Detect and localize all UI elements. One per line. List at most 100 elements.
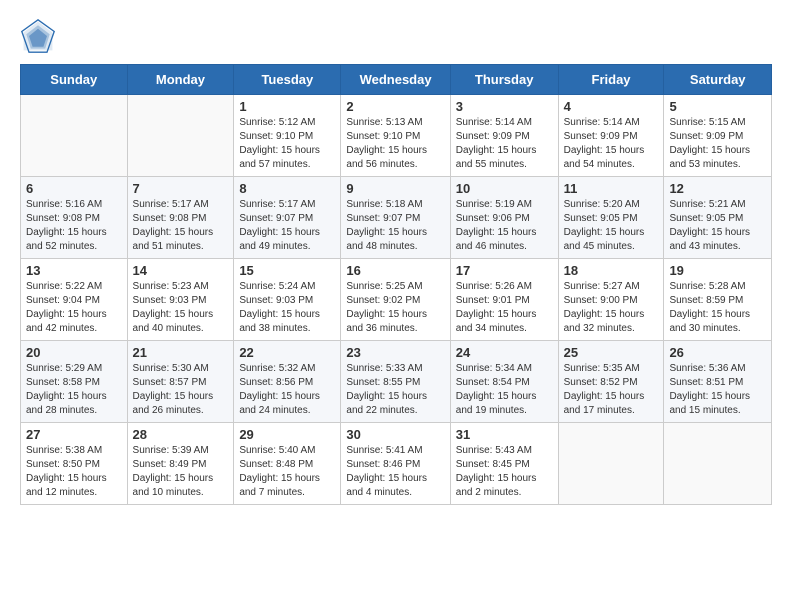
day-info: Sunrise: 5:25 AMSunset: 9:02 PMDaylight:…: [346, 280, 444, 336]
calendar-cell: 12 Sunrise: 5:21 AMSunset: 9:05 PMDayligh…: [664, 177, 772, 259]
calendar-week-row: 13Sunrise: 5:22 AMSunset: 9:04 PMDayligh…: [21, 259, 772, 341]
day-number: 22: [239, 345, 335, 360]
day-number: 13: [26, 263, 122, 278]
day-number: 3: [456, 99, 553, 114]
day-info: Sunrise: 5:27 AMSunset: 9:00 PMDaylight:…: [564, 280, 659, 336]
calendar-cell: 17 Sunrise: 5:26 AMSunset: 9:01 PMDayligh…: [450, 259, 558, 341]
day-number: 30: [346, 427, 444, 442]
logo: [20, 18, 60, 54]
calendar-cell: 2 Sunrise: 5:13 AMSunset: 9:10 PMDaylight…: [341, 95, 450, 177]
calendar-cell: 23 Sunrise: 5:33 AMSunset: 8:55 PMDayligh…: [341, 341, 450, 423]
calendar-cell: 13Sunrise: 5:22 AMSunset: 9:04 PMDayligh…: [21, 259, 128, 341]
calendar-cell: 25Sunrise: 5:35 AMSunset: 8:52 PMDayligh…: [558, 341, 664, 423]
day-info: Sunrise: 5:12 AMSunset: 9:10 PMDaylight:…: [239, 116, 335, 172]
calendar-cell: [127, 95, 234, 177]
calendar-header-friday: Friday: [558, 65, 664, 95]
calendar-cell: 9 Sunrise: 5:18 AMSunset: 9:07 PMDaylight…: [341, 177, 450, 259]
day-number: 8: [239, 181, 335, 196]
day-number: 11: [564, 181, 659, 196]
day-info: Sunrise: 5:23 AMSunset: 9:03 PMDaylight:…: [133, 280, 229, 336]
day-info: Sunrise: 5:24 AMSunset: 9:03 PMDaylight:…: [239, 280, 335, 336]
day-number: 20: [26, 345, 122, 360]
day-number: 17: [456, 263, 553, 278]
day-number: 2: [346, 99, 444, 114]
day-info: Sunrise: 5:21 AMSunset: 9:05 PMDaylight:…: [669, 198, 766, 254]
day-info: Sunrise: 5:30 AMSunset: 8:57 PMDaylight:…: [133, 362, 229, 418]
day-number: 9: [346, 181, 444, 196]
day-info: Sunrise: 5:15 AMSunset: 9:09 PMDaylight:…: [669, 116, 766, 172]
calendar-cell: 21 Sunrise: 5:30 AMSunset: 8:57 PMDayligh…: [127, 341, 234, 423]
calendar-header-wednesday: Wednesday: [341, 65, 450, 95]
day-number: 23: [346, 345, 444, 360]
day-info: Sunrise: 5:36 AMSunset: 8:51 PMDaylight:…: [669, 362, 766, 418]
day-number: 4: [564, 99, 659, 114]
calendar-cell: 18 Sunrise: 5:27 AMSunset: 9:00 PMDayligh…: [558, 259, 664, 341]
calendar-cell: 14 Sunrise: 5:23 AMSunset: 9:03 PMDayligh…: [127, 259, 234, 341]
day-info: Sunrise: 5:40 AMSunset: 8:48 PMDaylight:…: [239, 444, 335, 500]
calendar-week-row: 6 Sunrise: 5:16 AMSunset: 9:08 PMDaylight…: [21, 177, 772, 259]
calendar-cell: 22 Sunrise: 5:32 AMSunset: 8:56 PMDayligh…: [234, 341, 341, 423]
day-info: Sunrise: 5:14 AMSunset: 9:09 PMDaylight:…: [456, 116, 553, 172]
calendar-cell: 26Sunrise: 5:36 AMSunset: 8:51 PMDayligh…: [664, 341, 772, 423]
calendar-cell: 28 Sunrise: 5:39 AMSunset: 8:49 PMDayligh…: [127, 423, 234, 505]
day-number: 29: [239, 427, 335, 442]
day-number: 27: [26, 427, 122, 442]
calendar-week-row: 27Sunrise: 5:38 AMSunset: 8:50 PMDayligh…: [21, 423, 772, 505]
calendar-cell: 16Sunrise: 5:25 AMSunset: 9:02 PMDayligh…: [341, 259, 450, 341]
day-info: Sunrise: 5:17 AMSunset: 9:08 PMDaylight:…: [133, 198, 229, 254]
calendar-cell: [21, 95, 128, 177]
day-number: 1: [239, 99, 335, 114]
calendar-cell: 4 Sunrise: 5:14 AMSunset: 9:09 PMDaylight…: [558, 95, 664, 177]
day-info: Sunrise: 5:39 AMSunset: 8:49 PMDaylight:…: [133, 444, 229, 500]
calendar-cell: 11Sunrise: 5:20 AMSunset: 9:05 PMDayligh…: [558, 177, 664, 259]
day-info: Sunrise: 5:32 AMSunset: 8:56 PMDaylight:…: [239, 362, 335, 418]
day-number: 7: [133, 181, 229, 196]
header: [20, 18, 772, 54]
calendar-week-row: 1 Sunrise: 5:12 AMSunset: 9:10 PMDaylight…: [21, 95, 772, 177]
day-info: Sunrise: 5:41 AMSunset: 8:46 PMDaylight:…: [346, 444, 444, 500]
calendar-table: SundayMondayTuesdayWednesdayThursdayFrid…: [20, 64, 772, 505]
calendar-cell: 29 Sunrise: 5:40 AMSunset: 8:48 PMDayligh…: [234, 423, 341, 505]
day-info: Sunrise: 5:26 AMSunset: 9:01 PMDaylight:…: [456, 280, 553, 336]
calendar-cell: 1 Sunrise: 5:12 AMSunset: 9:10 PMDaylight…: [234, 95, 341, 177]
calendar-header-saturday: Saturday: [664, 65, 772, 95]
day-number: 31: [456, 427, 553, 442]
day-number: 19: [669, 263, 766, 278]
day-number: 28: [133, 427, 229, 442]
calendar-cell: 10 Sunrise: 5:19 AMSunset: 9:06 PMDayligh…: [450, 177, 558, 259]
day-number: 5: [669, 99, 766, 114]
day-number: 15: [239, 263, 335, 278]
calendar-header-monday: Monday: [127, 65, 234, 95]
day-info: Sunrise: 5:43 AMSunset: 8:45 PMDaylight:…: [456, 444, 553, 500]
day-number: 25: [564, 345, 659, 360]
calendar-cell: 6 Sunrise: 5:16 AMSunset: 9:08 PMDaylight…: [21, 177, 128, 259]
calendar-cell: 3 Sunrise: 5:14 AMSunset: 9:09 PMDaylight…: [450, 95, 558, 177]
day-info: Sunrise: 5:16 AMSunset: 9:08 PMDaylight:…: [26, 198, 122, 254]
page: SundayMondayTuesdayWednesdayThursdayFrid…: [0, 0, 792, 523]
calendar-cell: 8Sunrise: 5:17 AMSunset: 9:07 PMDaylight…: [234, 177, 341, 259]
day-info: Sunrise: 5:14 AMSunset: 9:09 PMDaylight:…: [564, 116, 659, 172]
day-number: 10: [456, 181, 553, 196]
logo-icon: [20, 18, 56, 54]
day-info: Sunrise: 5:29 AMSunset: 8:58 PMDaylight:…: [26, 362, 122, 418]
day-number: 21: [133, 345, 229, 360]
calendar-header-row: SundayMondayTuesdayWednesdayThursdayFrid…: [21, 65, 772, 95]
day-number: 14: [133, 263, 229, 278]
calendar-cell: [558, 423, 664, 505]
calendar-header-thursday: Thursday: [450, 65, 558, 95]
day-number: 18: [564, 263, 659, 278]
day-number: 12: [669, 181, 766, 196]
day-number: 24: [456, 345, 553, 360]
day-info: Sunrise: 5:13 AMSunset: 9:10 PMDaylight:…: [346, 116, 444, 172]
day-info: Sunrise: 5:33 AMSunset: 8:55 PMDaylight:…: [346, 362, 444, 418]
day-info: Sunrise: 5:19 AMSunset: 9:06 PMDaylight:…: [456, 198, 553, 254]
calendar-cell: 27Sunrise: 5:38 AMSunset: 8:50 PMDayligh…: [21, 423, 128, 505]
day-info: Sunrise: 5:28 AMSunset: 8:59 PMDaylight:…: [669, 280, 766, 336]
day-number: 6: [26, 181, 122, 196]
calendar-header-tuesday: Tuesday: [234, 65, 341, 95]
calendar-cell: 31 Sunrise: 5:43 AMSunset: 8:45 PMDayligh…: [450, 423, 558, 505]
calendar-week-row: 20 Sunrise: 5:29 AMSunset: 8:58 PMDayligh…: [21, 341, 772, 423]
day-info: Sunrise: 5:18 AMSunset: 9:07 PMDaylight:…: [346, 198, 444, 254]
calendar-cell: [664, 423, 772, 505]
calendar-cell: 30 Sunrise: 5:41 AMSunset: 8:46 PMDayligh…: [341, 423, 450, 505]
